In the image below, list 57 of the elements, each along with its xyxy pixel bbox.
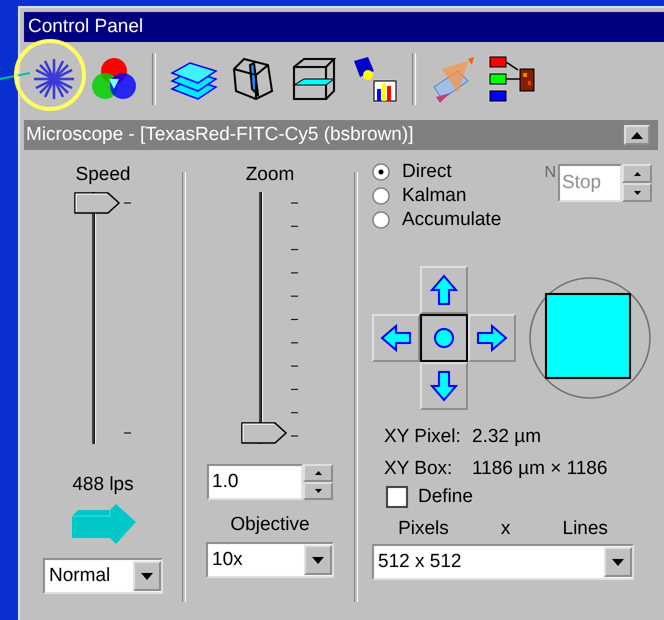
caret-down-icon (314, 489, 322, 493)
column-heading: Pixels (398, 518, 449, 540)
radio-option[interactable]: Accumulate (372, 208, 502, 232)
xy-pixel-value: 2.32 µm (472, 426, 542, 448)
spin-up-button[interactable] (622, 164, 652, 183)
collapse-button[interactable] (624, 125, 650, 145)
zoom-field[interactable]: 1.0 (207, 464, 303, 500)
toolbar-separator (412, 53, 416, 105)
panel-subtitle: Microscope - [TexasRed-FITC-Cy5 (bsbrown)] (25, 124, 414, 146)
checkbox[interactable] (386, 486, 408, 508)
objective-dropdown[interactable]: 10x (206, 542, 334, 578)
arrow-right-icon (476, 324, 508, 352)
slider-thumb[interactable] (241, 422, 287, 444)
resolution-dropdown[interactable]: 512 x 512 (372, 544, 634, 580)
leader-line (0, 70, 30, 80)
arrow-down-icon (430, 370, 458, 402)
xy-box-label: XY Box: (384, 458, 454, 480)
move-up-button[interactable] (420, 266, 468, 314)
caret-up-icon (314, 471, 322, 475)
spin-up-button[interactable] (303, 464, 333, 482)
radio-button[interactable] (372, 163, 390, 181)
define-checkbox-row[interactable]: Define (372, 486, 473, 508)
caret-down-icon (312, 556, 324, 564)
arrow-right-icon (70, 502, 136, 546)
circle-icon (433, 327, 455, 349)
zoom-label: Zoom (246, 164, 294, 186)
zoom-slider[interactable] (241, 192, 287, 444)
speed-reading: 488 lps (72, 474, 134, 496)
objective-label: Objective (230, 514, 310, 536)
radio-button[interactable] (372, 211, 390, 229)
speed-label: Speed (76, 164, 130, 186)
move-right-button[interactable] (468, 314, 516, 362)
radio-option[interactable]: Direct (372, 160, 502, 184)
window-title: Control Panel (24, 12, 664, 42)
n-label: N (544, 164, 556, 182)
spin-down-button[interactable] (303, 482, 333, 500)
arrow-up-icon (430, 274, 458, 306)
xy-box-value: 1186 µm × 1186 (472, 458, 608, 480)
radio-option[interactable]: Kalman (372, 184, 502, 208)
move-left-button[interactable] (372, 314, 420, 362)
caret-down-icon (612, 558, 624, 566)
arrow-left-icon (380, 324, 412, 352)
column-heading: Lines (562, 518, 608, 540)
caret-down-icon (634, 190, 640, 194)
center-button[interactable] (420, 314, 468, 362)
spin-down-button[interactable] (622, 183, 652, 202)
move-down-button[interactable] (420, 362, 468, 410)
slider-thumb[interactable] (74, 192, 120, 214)
caret-up-icon (631, 132, 643, 138)
caret-down-icon (141, 572, 153, 580)
column-heading: x (500, 518, 510, 540)
caret-up-icon (634, 172, 640, 176)
xy-pixel-label: XY Pixel: (384, 426, 462, 448)
speed-slider[interactable] (74, 192, 120, 444)
speed-mode-dropdown[interactable]: Normal (43, 558, 163, 594)
toolbar-separator (152, 53, 156, 105)
radio-button[interactable] (372, 187, 390, 205)
